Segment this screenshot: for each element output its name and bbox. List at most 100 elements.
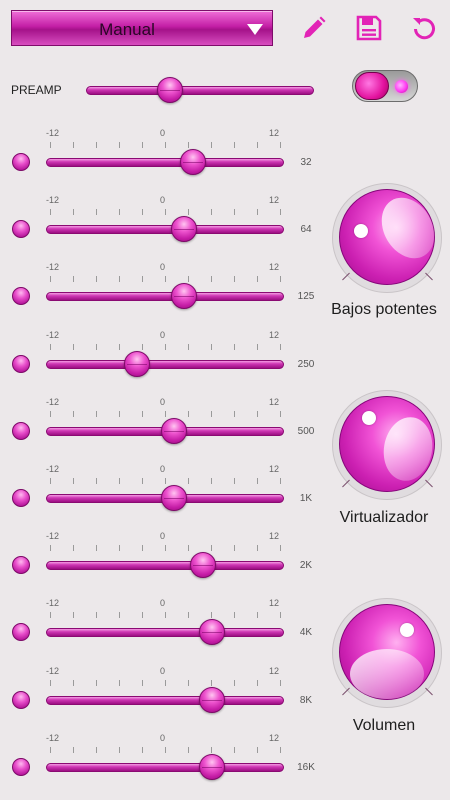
band-enable-dot[interactable] — [12, 354, 30, 373]
band-slider-16K[interactable] — [46, 762, 284, 772]
knob-ball[interactable] — [339, 604, 435, 700]
scale-tick — [188, 679, 189, 686]
scale-tick — [119, 276, 120, 283]
band-slider-64[interactable] — [46, 225, 284, 235]
scale-tick — [165, 679, 166, 686]
save-icon[interactable] — [355, 14, 383, 42]
band-enable-dot[interactable] — [12, 153, 30, 171]
band-slider-thumb[interactable] — [123, 350, 150, 377]
band-slider-thumb[interactable] — [199, 686, 226, 713]
scale-label: -12 — [46, 128, 60, 138]
band-enable-dot[interactable] — [12, 623, 30, 642]
scale-tick — [165, 612, 166, 619]
scale-tick — [188, 276, 189, 283]
knob-ball[interactable] — [339, 188, 445, 285]
scale-tick — [257, 410, 258, 417]
band-slider-thumb[interactable] — [161, 417, 188, 444]
reset-icon[interactable] — [410, 14, 438, 42]
scale-tick — [119, 343, 120, 350]
band-slider-thumb[interactable] — [189, 552, 216, 579]
scale-tick — [165, 276, 166, 283]
scale-tick — [234, 410, 235, 417]
scale-tick — [96, 746, 97, 753]
scale-tick — [280, 612, 281, 619]
scale-label: -12 — [46, 732, 60, 743]
scale-tick — [50, 209, 51, 216]
scale-tick — [142, 478, 143, 484]
scale-tick — [73, 209, 74, 216]
band-enable-dot[interactable] — [12, 690, 30, 709]
knob-gloss — [350, 649, 424, 699]
scale-tick — [73, 343, 74, 350]
band-frequency-label: 8K — [299, 694, 313, 706]
scale-tick — [211, 478, 212, 484]
scale-tick — [96, 410, 97, 417]
band-slider-thumb[interactable] — [199, 619, 226, 646]
scale-tick — [280, 343, 281, 350]
scale-tick — [165, 142, 166, 148]
band-frequency-label: 250 — [297, 358, 315, 370]
band-enable-dot[interactable] — [12, 556, 30, 575]
preamp-label: PREAMP — [11, 83, 62, 97]
pencil-icon[interactable] — [300, 14, 328, 42]
scale-tick — [257, 478, 258, 484]
scale-tick — [280, 410, 281, 417]
scale-tick — [188, 545, 189, 552]
preamp-toggle[interactable] — [352, 70, 418, 102]
scale-tick — [73, 679, 74, 686]
scale-tick — [257, 679, 258, 686]
scale-tick — [50, 410, 51, 417]
knob-ball[interactable] — [339, 396, 438, 492]
scale-tick — [142, 545, 143, 552]
band-enable-dot[interactable] — [12, 421, 30, 440]
band-frequency-label: 4K — [299, 627, 313, 639]
scale-label: 0 — [160, 531, 166, 542]
band-enable-dot[interactable] — [12, 287, 30, 306]
scale-tick — [165, 343, 166, 350]
preset-label: Manual — [99, 20, 155, 39]
band-slider-thumb[interactable] — [170, 283, 197, 310]
band-slider-250[interactable] — [46, 359, 284, 369]
scale-tick — [257, 343, 258, 350]
band-slider-32[interactable] — [46, 158, 284, 167]
scale-tick — [188, 410, 189, 417]
scale-label: 0 — [160, 598, 166, 609]
scale-label: 0 — [160, 329, 166, 340]
band-enable-dot[interactable] — [12, 220, 30, 239]
bass-boost-knob[interactable] — [332, 183, 445, 293]
scale-tick — [50, 746, 51, 753]
scale-tick — [73, 142, 74, 148]
scale-tick — [257, 612, 258, 619]
scale-tick — [234, 209, 235, 216]
band-slider-8K[interactable] — [46, 695, 284, 705]
scale-tick — [234, 142, 235, 148]
volume-knob[interactable] — [332, 598, 444, 708]
band-slider-2K[interactable] — [46, 561, 284, 571]
band-slider-thumb[interactable] — [180, 149, 207, 175]
scale-tick — [280, 545, 281, 552]
band-slider-thumb[interactable] — [161, 485, 188, 511]
scale-tick — [211, 276, 212, 283]
scale-label: -12 — [46, 531, 60, 542]
preset-dropdown[interactable]: Manual — [11, 10, 273, 46]
band-slider-thumb[interactable] — [199, 753, 226, 780]
scale-tick — [188, 142, 189, 148]
scale-tick — [165, 746, 166, 753]
band-enable-dot[interactable] — [12, 489, 30, 507]
scale-tick — [73, 612, 74, 619]
preamp-slider[interactable] — [86, 86, 314, 95]
band-frequency-label: 32 — [300, 157, 312, 168]
preamp-slider-thumb[interactable] — [156, 77, 183, 103]
band-slider-thumb[interactable] — [170, 216, 197, 243]
scale-tick — [188, 209, 189, 216]
toggle-knob — [355, 72, 389, 100]
virtualizer-knob[interactable] — [332, 390, 444, 500]
scale-tick — [211, 343, 212, 350]
band-slider-125[interactable] — [46, 292, 284, 302]
scale-tick — [234, 478, 235, 484]
band-enable-dot[interactable] — [12, 757, 30, 776]
knob-indicator — [354, 224, 368, 238]
band-slider-4K[interactable] — [46, 628, 284, 638]
scale-label: -12 — [46, 329, 60, 340]
scale-tick — [119, 142, 120, 148]
